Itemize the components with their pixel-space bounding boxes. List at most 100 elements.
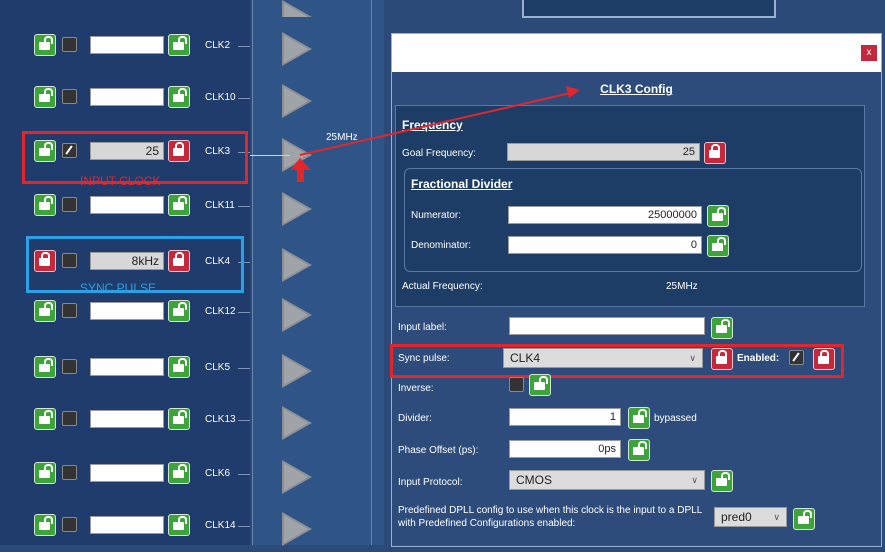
unlock-icon[interactable] xyxy=(34,86,56,108)
clock-value-input[interactable] xyxy=(90,88,164,106)
numerator-input[interactable]: 25000000 xyxy=(508,206,702,224)
input-label-input[interactable] xyxy=(509,317,705,335)
clock-value-input[interactable] xyxy=(90,36,164,54)
input-label-label: Input label: xyxy=(398,322,447,333)
predefined-dpll-select[interactable]: pred0 ∨ xyxy=(714,507,787,527)
lock-icon[interactable] xyxy=(813,348,835,370)
unlock-icon[interactable] xyxy=(168,462,190,484)
denominator-input[interactable]: 0 xyxy=(508,236,702,254)
connector-line xyxy=(238,420,250,421)
enabled-label: Enabled: xyxy=(737,353,780,364)
divider-input[interactable]: 1 xyxy=(509,408,621,426)
buffer-triangle[interactable] xyxy=(282,354,312,388)
clock-value-input[interactable] xyxy=(90,464,164,482)
chevron-down-icon: ∨ xyxy=(689,353,696,363)
unlock-icon[interactable] xyxy=(711,470,733,492)
divider-label: Divider: xyxy=(398,413,432,424)
buffer-triangle[interactable] xyxy=(282,248,312,282)
clock-row: CLK6 xyxy=(0,460,250,500)
unlock-icon[interactable] xyxy=(168,514,190,536)
enable-checkbox[interactable] xyxy=(62,89,77,104)
unlock-icon[interactable] xyxy=(34,300,56,322)
unlock-icon[interactable] xyxy=(707,205,729,227)
connector-line xyxy=(238,474,250,475)
chevron-down-icon: ∨ xyxy=(773,512,780,522)
clock-value-input[interactable] xyxy=(90,516,164,534)
actual-frequency-value: 25MHz xyxy=(666,281,698,292)
enable-checkbox[interactable] xyxy=(62,359,77,374)
clock-value-input[interactable] xyxy=(90,410,164,428)
enable-checkbox[interactable] xyxy=(62,197,77,212)
buffer-triangle[interactable] xyxy=(282,32,312,66)
close-button[interactable]: x xyxy=(861,45,877,61)
buffer-triangle[interactable] xyxy=(282,84,312,118)
unlock-icon[interactable] xyxy=(168,34,190,56)
goal-frequency-label: Goal Frequency: xyxy=(402,148,476,159)
connector-line xyxy=(238,312,250,313)
fractional-divider-heading: Fractional Divider xyxy=(411,177,513,191)
unlock-icon[interactable] xyxy=(707,235,729,257)
clock-value-input[interactable] xyxy=(90,358,164,376)
frequency-section: Frequency Goal Frequency: 25 Fractional … xyxy=(395,105,865,307)
buffer-triangle[interactable] xyxy=(282,406,312,440)
unlock-icon[interactable] xyxy=(628,407,650,429)
unlock-icon[interactable] xyxy=(168,86,190,108)
actual-frequency-label: Actual Frequency: xyxy=(402,281,483,292)
unlock-icon[interactable] xyxy=(793,508,815,530)
unlock-icon[interactable] xyxy=(34,356,56,378)
predefined-dpll-label: Predefined DPLL config to use when this … xyxy=(398,505,702,529)
unlock-icon[interactable] xyxy=(168,300,190,322)
top-block xyxy=(522,0,776,18)
unlock-icon[interactable] xyxy=(711,317,733,339)
sync-pulse-annotation-label: SYNC PULSE xyxy=(80,281,157,295)
unlock-icon[interactable] xyxy=(168,194,190,216)
enable-checkbox[interactable] xyxy=(62,517,77,532)
enable-checkbox[interactable] xyxy=(62,303,77,318)
goal-frequency-input[interactable]: 25 xyxy=(507,143,700,161)
unlock-icon[interactable] xyxy=(628,439,650,461)
enable-checkbox[interactable] xyxy=(62,37,77,52)
input-clock-annotation-label: INPUT CLOCK xyxy=(80,174,161,188)
clock-row: CLK5 xyxy=(0,354,250,394)
clock-row: CLK12 xyxy=(0,298,250,338)
unlock-icon[interactable] xyxy=(529,374,551,396)
buffer-triangle[interactable] xyxy=(282,460,312,494)
dialog-titlebar[interactable]: x xyxy=(392,34,881,72)
clock-label: CLK10 xyxy=(205,92,236,103)
enable-checkbox[interactable] xyxy=(62,465,77,480)
clock-label: CLK6 xyxy=(205,468,231,479)
buffer-triangle[interactable] xyxy=(282,512,312,546)
clock-row: CLK14 xyxy=(0,512,250,552)
connector-line xyxy=(238,98,250,99)
unlock-icon[interactable] xyxy=(34,408,56,430)
clock-label: CLK12 xyxy=(205,306,236,317)
sync-pulse-select[interactable]: CLK4 ∨ xyxy=(503,348,703,368)
frequency-tag: 25MHz xyxy=(326,132,358,143)
unlock-icon[interactable] xyxy=(168,408,190,430)
phase-offset-label: Phase Offset (ps): xyxy=(398,445,479,456)
lock-icon[interactable] xyxy=(711,348,733,370)
unlock-icon[interactable] xyxy=(34,194,56,216)
input-protocol-select[interactable]: CMOS ∨ xyxy=(509,470,705,490)
buffer-triangle[interactable] xyxy=(282,192,312,226)
unlock-icon[interactable] xyxy=(34,34,56,56)
input-protocol-label: Input Protocol: xyxy=(398,477,463,488)
bypassed-label: bypassed xyxy=(654,413,697,424)
lock-icon[interactable] xyxy=(704,142,726,164)
clock-label: CLK5 xyxy=(205,362,231,373)
clock-row: CLK13 xyxy=(0,406,250,446)
unlock-icon[interactable] xyxy=(168,356,190,378)
clk3-config-dialog: x CLK3 Config Frequency Goal Frequency: … xyxy=(390,33,882,547)
enabled-edit-checkbox[interactable] xyxy=(789,350,804,365)
unlock-icon[interactable] xyxy=(34,514,56,536)
unlock-icon[interactable] xyxy=(34,462,56,484)
phase-offset-input[interactable]: 0ps xyxy=(509,440,621,458)
clock-value-input[interactable] xyxy=(90,302,164,320)
numerator-label: Numerator: xyxy=(411,210,462,221)
inverse-checkbox[interactable] xyxy=(509,377,524,392)
buffer-triangle[interactable] xyxy=(282,298,312,332)
divider-line xyxy=(252,0,253,545)
clock-value-input[interactable] xyxy=(90,196,164,214)
enable-checkbox[interactable] xyxy=(62,411,77,426)
inverse-label: Inverse: xyxy=(398,383,434,394)
